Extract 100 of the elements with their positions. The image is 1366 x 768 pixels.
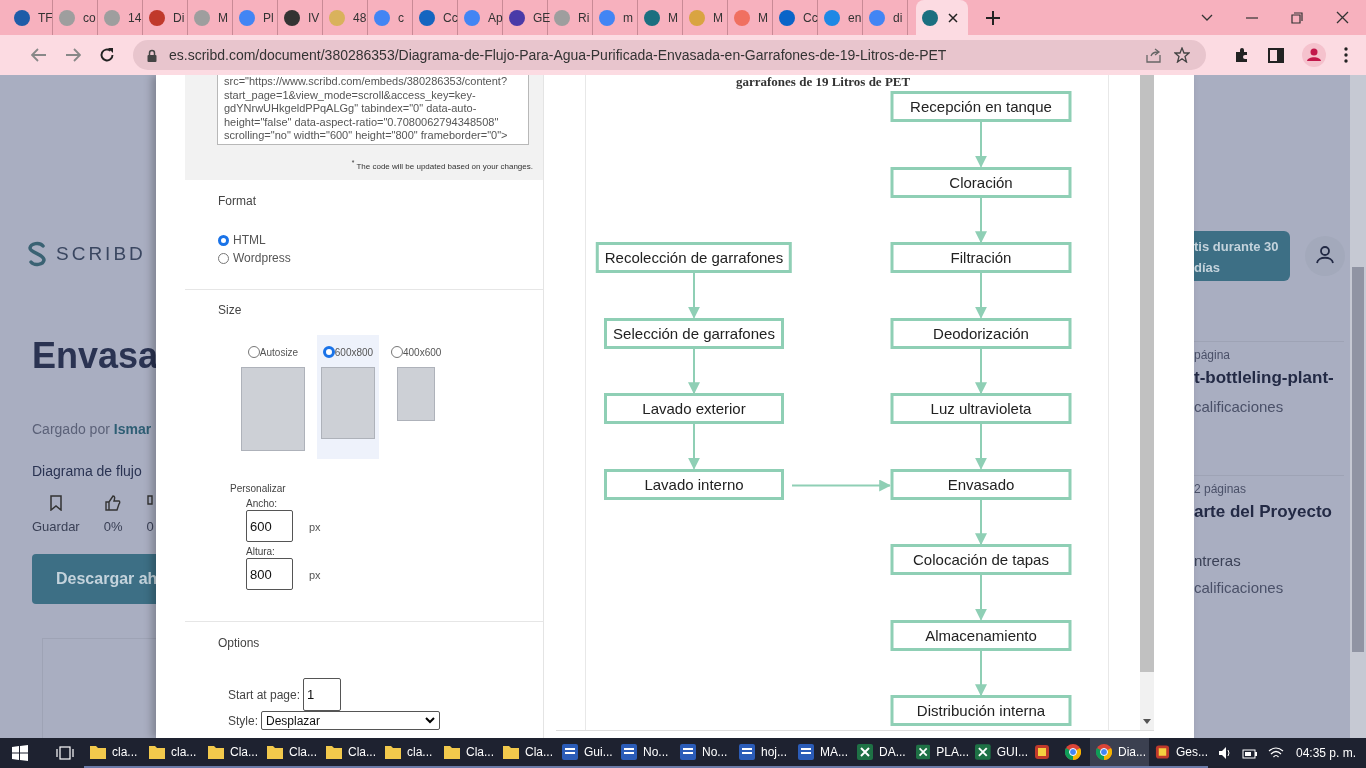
share-icon[interactable] bbox=[1146, 47, 1162, 63]
radio-icon[interactable] bbox=[322, 346, 335, 358]
related-title[interactable]: t-bottleling-plant- bbox=[1194, 368, 1344, 388]
chevron-down-icon[interactable] bbox=[1201, 13, 1213, 22]
close-icon[interactable] bbox=[948, 12, 958, 23]
menu-icon[interactable] bbox=[1344, 47, 1348, 63]
flow-arrow bbox=[975, 574, 987, 621]
flow-arrow bbox=[975, 272, 987, 319]
style-dropdown[interactable]: Desplazar bbox=[261, 711, 440, 730]
taskbar-item[interactable]: DA... bbox=[851, 738, 910, 768]
taskbar-item[interactable]: GUI... bbox=[969, 738, 1028, 768]
height-label: Altura: bbox=[246, 546, 276, 557]
scroll-down-icon[interactable] bbox=[1143, 719, 1151, 724]
task-view-icon[interactable] bbox=[56, 746, 74, 760]
taskbar-item[interactable]: hoj... bbox=[733, 738, 792, 768]
logo-text: SCRIBD bbox=[56, 243, 146, 265]
taskbar-item[interactable]: Ges... bbox=[1149, 738, 1208, 768]
folder-icon bbox=[267, 745, 283, 759]
start-icon[interactable] bbox=[12, 745, 28, 761]
spreadsheet-icon bbox=[975, 744, 991, 760]
width-field[interactable]: 600 bbox=[246, 510, 293, 542]
radio-icon[interactable] bbox=[218, 252, 229, 264]
forward-icon[interactable] bbox=[65, 48, 81, 62]
process-step: Selección de garrafones bbox=[604, 317, 784, 349]
taskbar-item[interactable]: No... bbox=[615, 738, 674, 768]
star-icon[interactable] bbox=[1174, 47, 1190, 63]
section-label: Options bbox=[218, 636, 261, 650]
unit-label: px bbox=[309, 521, 321, 533]
action-button[interactable]: Guardar bbox=[32, 495, 80, 534]
side-panel-icon[interactable] bbox=[1268, 47, 1284, 63]
logo-icon bbox=[26, 241, 48, 267]
process-step: Colocación de tapas bbox=[890, 544, 1072, 575]
format-radio[interactable]: HTML bbox=[218, 233, 543, 247]
address-bar[interactable]: es.scribd.com/document/380286353/Diagrama-de-Flujo-Para-Agua-Purificada-Envasada-en-Garrafones-de-19-Litros-de-PET bbox=[133, 40, 1206, 70]
related-title[interactable]: arte del Proyecto bbox=[1194, 502, 1344, 522]
document-icon bbox=[798, 744, 814, 760]
start-page-field[interactable]: 1 bbox=[303, 678, 342, 711]
page-thumbnail bbox=[321, 367, 375, 439]
radio-icon[interactable] bbox=[391, 346, 403, 358]
taskbar-item[interactable]: PLA... bbox=[910, 738, 969, 768]
browser-tab[interactable] bbox=[916, 0, 968, 35]
scrollbar[interactable] bbox=[1350, 75, 1366, 738]
close-icon[interactable] bbox=[1336, 11, 1349, 24]
lock-icon bbox=[147, 48, 157, 62]
taskbar-item[interactable]: Cla... bbox=[438, 738, 497, 768]
document-icon bbox=[739, 744, 755, 760]
embed-code-field[interactable]: src="https://www.scribd.com/embeds/380286353/content?start_page=1&view_mode=scroll&access_key=key-gdYNrwUHkgeldPPqALGg" tabindex="0" data-auto-height="false" data-aspect-ratio="0.7080062794348508" scrolling="no" width="600" height="800" frameborder="0"> bbox=[217, 75, 529, 145]
profile-icon[interactable] bbox=[1302, 43, 1326, 67]
trial-button[interactable]: tis durante 30 días bbox=[1194, 231, 1290, 281]
taskbar-item[interactable]: Gui... bbox=[556, 738, 615, 768]
speaker-icon[interactable] bbox=[1218, 746, 1232, 760]
action-button[interactable]: 0% bbox=[103, 495, 123, 534]
folder-icon bbox=[385, 745, 401, 759]
back-icon[interactable] bbox=[31, 48, 47, 62]
size-option[interactable]: Autosize bbox=[237, 335, 309, 459]
process-step: Almacenamiento bbox=[890, 619, 1072, 651]
folder-icon bbox=[90, 745, 106, 759]
taskbar-item[interactable]: MA... bbox=[792, 738, 851, 768]
height-field[interactable]: 800 bbox=[246, 558, 293, 590]
document-title: Envasa bbox=[32, 335, 156, 377]
process-step: Lavado interno bbox=[604, 468, 784, 500]
process-step: Recepción en tanque bbox=[890, 91, 1072, 122]
puzzle-icon[interactable] bbox=[1234, 47, 1250, 63]
radio-icon[interactable] bbox=[247, 346, 260, 358]
taskbar-item[interactable]: cla... bbox=[379, 738, 438, 768]
scrollbar[interactable] bbox=[1140, 75, 1154, 730]
spreadsheet-icon bbox=[857, 744, 873, 760]
plus-icon[interactable] bbox=[986, 10, 1000, 25]
flow-arrow bbox=[688, 347, 700, 395]
battery-icon[interactable] bbox=[1242, 747, 1258, 759]
taskbar-item[interactable]: Cla... bbox=[497, 738, 556, 768]
width-label: Ancho: bbox=[246, 498, 279, 509]
folder-icon bbox=[444, 745, 460, 759]
radio-icon[interactable] bbox=[218, 234, 229, 246]
process-step: Deodorización bbox=[890, 317, 1072, 349]
restore-icon[interactable] bbox=[1291, 11, 1303, 24]
browser-icon bbox=[1096, 744, 1112, 760]
taskbar-item[interactable]: cla... bbox=[84, 738, 143, 768]
size-option[interactable]: 400x600 bbox=[387, 335, 446, 459]
taskbar-item[interactable]: No... bbox=[674, 738, 733, 768]
format-radio[interactable]: Wordpress bbox=[218, 251, 543, 265]
action-button[interactable]: 0 bbox=[146, 495, 154, 534]
taskbar-item[interactable]: cla... bbox=[143, 738, 202, 768]
flow-arrow bbox=[688, 272, 700, 319]
taskbar-item[interactable]: Dia... bbox=[1090, 738, 1149, 768]
taskbar-item[interactable]: Cla... bbox=[202, 738, 261, 768]
taskbar-item[interactable]: Cla... bbox=[320, 738, 379, 768]
minimize-icon[interactable] bbox=[1246, 16, 1258, 19]
user-icon[interactable] bbox=[1305, 236, 1345, 276]
browser-icon bbox=[1065, 744, 1081, 760]
rating-label: calificaciones bbox=[1194, 398, 1285, 415]
clock[interactable]: 04:35 p. m. bbox=[1296, 746, 1357, 760]
size-option[interactable]: 600x800 bbox=[317, 335, 379, 459]
reload-icon[interactable] bbox=[99, 47, 115, 63]
app-icon bbox=[1155, 744, 1170, 760]
taskbar-item[interactable]: Cla... bbox=[261, 738, 320, 768]
wifi-icon[interactable] bbox=[1268, 746, 1284, 760]
flow-arrow bbox=[688, 423, 700, 470]
style-label: Style: bbox=[228, 713, 258, 728]
process-step: Cloración bbox=[890, 166, 1072, 198]
